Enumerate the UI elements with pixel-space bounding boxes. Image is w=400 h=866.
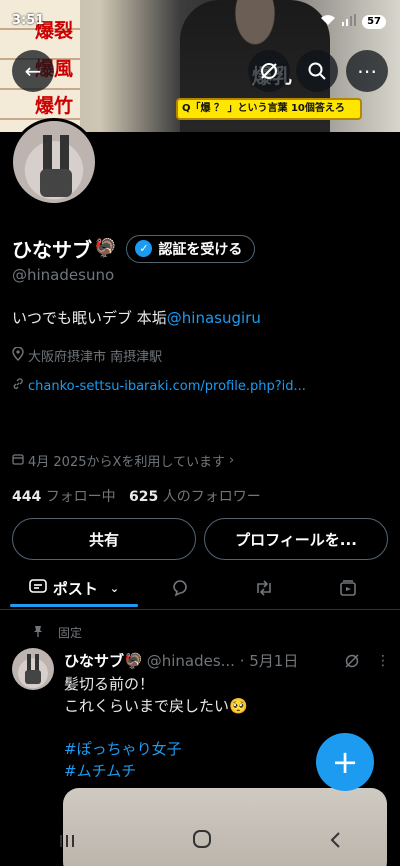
pin-icon [32, 625, 44, 641]
turkey-emoji: 🦃 [94, 238, 117, 259]
calendar-icon [12, 453, 24, 469]
post-author-avatar[interactable] [12, 648, 54, 690]
post-body: 髪切る前の！ これくらいまで戻したい🥺 [64, 673, 248, 717]
back-arrow-icon: ← [24, 59, 42, 83]
profile-avatar[interactable] [10, 118, 98, 206]
post-more-icon[interactable]: ⋮ [376, 653, 390, 669]
website-link[interactable]: chanko-settsu-ibaraki.com/profile.php?id… [28, 379, 306, 394]
following-link[interactable]: 444 フォロー中 [12, 489, 116, 505]
profile-handle: @hinadesuno [12, 266, 115, 284]
post-author-name[interactable]: ひなサブ [64, 650, 124, 671]
post-header-actions: ⋮ [344, 653, 390, 669]
following-count: 444 [12, 489, 42, 505]
search-icon [308, 62, 326, 80]
chevron-down-icon: ⌄ [109, 581, 120, 595]
banner-caption: Q「爆 ？ 」という言葉 10個答えろ [176, 98, 362, 120]
verified-badge-icon: ✓ [135, 240, 153, 257]
grok-button[interactable] [248, 50, 290, 92]
profile-join-date: 4月 2025からXを利用しています › [12, 451, 234, 470]
reply-icon [173, 580, 187, 597]
system-navigation-bar [0, 818, 400, 866]
join-date-text: 4月 2025からXを利用しています [28, 455, 226, 470]
repost-icon [257, 580, 271, 596]
back-nav-icon[interactable] [328, 830, 342, 855]
grok-icon [261, 63, 277, 79]
share-button[interactable]: 共有 [12, 518, 196, 560]
active-tab-indicator [10, 604, 138, 607]
avatar-figure-body [40, 169, 72, 197]
compose-post-button[interactable]: + [316, 733, 374, 791]
tab-media[interactable] [306, 566, 390, 610]
get-verified-button[interactable]: ✓ 認証を受ける [126, 234, 256, 263]
hashtag-link[interactable]: #ぽっちゃり女子 [64, 738, 182, 759]
profile-display-name: ひなサブ [12, 238, 92, 262]
bio-text: いつでも眠いデブ 本垢 [12, 309, 167, 327]
get-verified-label: 認証を受ける [158, 241, 243, 258]
profile-name-row: ひなサブ 🦃 ✓ 認証を受ける [12, 234, 256, 263]
pinned-label: 固定 [32, 624, 82, 641]
media-icon [340, 580, 356, 596]
followers-label: 人のフォロワー [162, 489, 261, 505]
more-icon: ⋯ [357, 59, 377, 83]
location-text: 大阪府摂津市 南摂津駅 [28, 350, 163, 365]
post-text-line: これくらいまで戻したい🥺 [64, 697, 248, 715]
chevron-right-icon[interactable]: › [229, 453, 234, 468]
post-header: ひなサブ 🦃 @hinades... · 5月1日 ⋮ [64, 650, 390, 671]
more-options-button[interactable]: ⋯ [346, 50, 388, 92]
link-icon [12, 378, 24, 394]
profile-location: 大阪府摂津市 南摂津駅 [12, 345, 163, 365]
follow-stats: 444 フォロー中 625 人のフォロワー [12, 486, 261, 506]
search-button[interactable] [296, 50, 338, 92]
banner-kanji-3: 爆竹 [34, 95, 73, 117]
followers-count: 625 [129, 489, 159, 505]
grok-icon[interactable] [344, 653, 360, 669]
post-avatar-figure-body [25, 670, 41, 684]
battery-indicator: 57 [362, 15, 386, 29]
location-pin-icon [12, 345, 24, 365]
status-time: 3:51 [12, 13, 45, 28]
status-icons: 57 [320, 14, 386, 30]
tab-reposts[interactable] [222, 566, 306, 610]
recent-apps-icon[interactable] [58, 830, 76, 855]
profile-bio: いつでも眠いデブ 本垢@hinasugiru [12, 307, 261, 328]
status-bar: 3:51 57 [0, 10, 400, 32]
post-author-emoji: 🦃 [124, 651, 143, 670]
following-label: フォロー中 [45, 489, 116, 505]
hashtag-link[interactable]: #ムチムチ [64, 760, 136, 781]
tab-posts-label: ポスト [52, 579, 98, 598]
signal-icon [342, 14, 357, 30]
home-icon[interactable] [192, 829, 212, 855]
tab-replies[interactable] [138, 566, 222, 610]
bio-mention-link[interactable]: @hinasugiru [167, 309, 261, 327]
followers-link[interactable]: 625 人のフォロワー [129, 489, 261, 505]
post-handle-date: @hinades... · 5月1日 [146, 652, 299, 670]
posts-tab-icon [29, 578, 47, 598]
post-text-line: 髪切る前の！ [64, 675, 155, 693]
profile-website[interactable]: chanko-settsu-ibaraki.com/profile.php?id… [12, 378, 306, 394]
wifi-icon [320, 14, 336, 30]
back-button[interactable]: ← [12, 50, 54, 92]
pinned-text: 固定 [58, 626, 83, 640]
edit-profile-button[interactable]: プロフィールを... [204, 518, 388, 560]
